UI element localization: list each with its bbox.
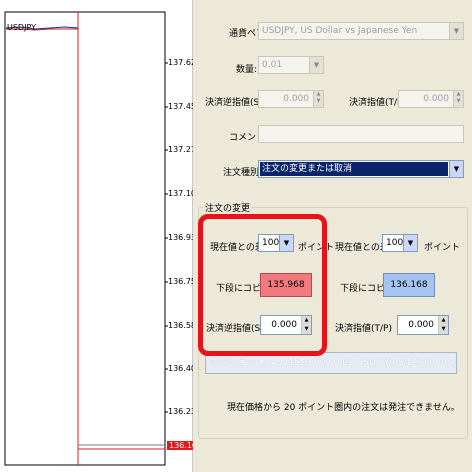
volume-value: 0.01 [262,60,283,70]
buy-diff-value: 100 [386,238,404,248]
symbol-select[interactable]: USDJPY, US Dollar vs Japanese Yen ▼ [258,22,464,40]
sl-value: 0.000 [283,94,309,104]
spinner-icon[interactable]: ▲ ▼ [313,91,323,107]
chart-symbol: USDJPY [7,23,36,32]
buy-points-label: ポイント [424,243,461,253]
volume-label: 数量: [236,65,258,75]
buy-copy-price-button[interactable]: 136.168 [383,273,435,297]
spinner-icon[interactable]: ▲ ▼ [438,316,448,334]
volume-select[interactable]: 0.01 ▼ [258,56,324,74]
spinner-icon[interactable]: ▲ ▼ [453,91,463,107]
chevron-down-icon[interactable]: ▼ [449,161,463,177]
order-type-value: 注文の変更または取消 [260,162,448,176]
tp-value: 0.000 [423,94,449,104]
order-type-label: 注文種別: [223,168,263,178]
buy-tp-label: 決済指値(T/P) [335,324,392,334]
chevron-down-icon[interactable]: ▼ [403,235,417,251]
min-distance-note: 現在価格から 20 ポイント圏内の注文は発注できません。 [227,403,460,413]
symbol-value: USDJPY, US Dollar vs Japanese Yen [262,26,418,36]
chart-canvas [4,11,168,466]
buy-tp-input[interactable]: 0.000 ▲ ▼ [397,315,449,335]
tp-input[interactable]: 0.000 ▲ ▼ [398,90,464,108]
highlight-annotation [198,214,327,356]
comment-input[interactable] [258,125,464,143]
chart-plot-frame [4,11,166,466]
buy-tp-value: 0.000 [408,320,434,330]
chevron-down-icon[interactable]: ▼ [449,23,463,39]
order-type-select[interactable]: 注文の変更または取消 ▼ [258,160,464,178]
price-chart: USDJPY 137.626 137.452 137.278 137.104 1… [0,0,205,472]
chevron-down-icon[interactable]: ▼ [309,57,323,73]
group-title: 注文の変更 [203,201,253,214]
sl-input[interactable]: 0.000 ▲ ▼ [258,90,324,108]
buy-diff-select[interactable]: 100 ▼ [382,234,418,252]
